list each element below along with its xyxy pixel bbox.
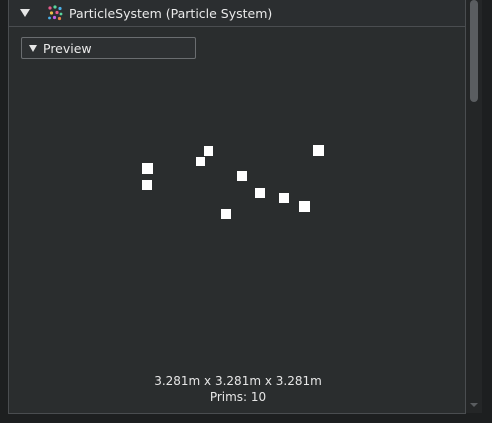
particle (142, 163, 153, 174)
component-header[interactable]: ParticleSystem (Particle System) (8, 0, 466, 27)
vertical-scrollbar[interactable] (466, 0, 482, 413)
expand-triangle-icon (29, 45, 37, 52)
particle (142, 180, 152, 190)
particle (255, 188, 265, 198)
particle (279, 193, 289, 203)
particle (221, 209, 231, 219)
particle-canvas (142, 145, 324, 219)
scrollbar-thumb[interactable] (470, 0, 478, 102)
particle (299, 201, 310, 212)
panel-bottom-edge (8, 413, 466, 423)
preview-viewport[interactable] (10, 67, 466, 412)
particle (204, 146, 213, 156)
particle (196, 157, 205, 166)
prims-count-text: Prims: 10 (209, 390, 267, 404)
particle (237, 171, 247, 181)
bounds-size-text: 3.281m x 3.281m x 3.281m (154, 374, 322, 388)
component-body: Preview 3.281m x 3.281m x 3.281m Prims: … (8, 27, 466, 413)
particle (313, 145, 324, 156)
inspector-window: ParticleSystem (Particle System) Preview… (0, 0, 492, 423)
preview-label: Preview (43, 41, 92, 56)
scroll-down-arrow-icon[interactable] (470, 403, 478, 407)
particle-system-icon (48, 5, 63, 21)
component-title: ParticleSystem (Particle System) (69, 6, 273, 21)
collapse-arrow-icon[interactable] (20, 9, 30, 17)
preview-foldout-button[interactable]: Preview (21, 37, 196, 59)
